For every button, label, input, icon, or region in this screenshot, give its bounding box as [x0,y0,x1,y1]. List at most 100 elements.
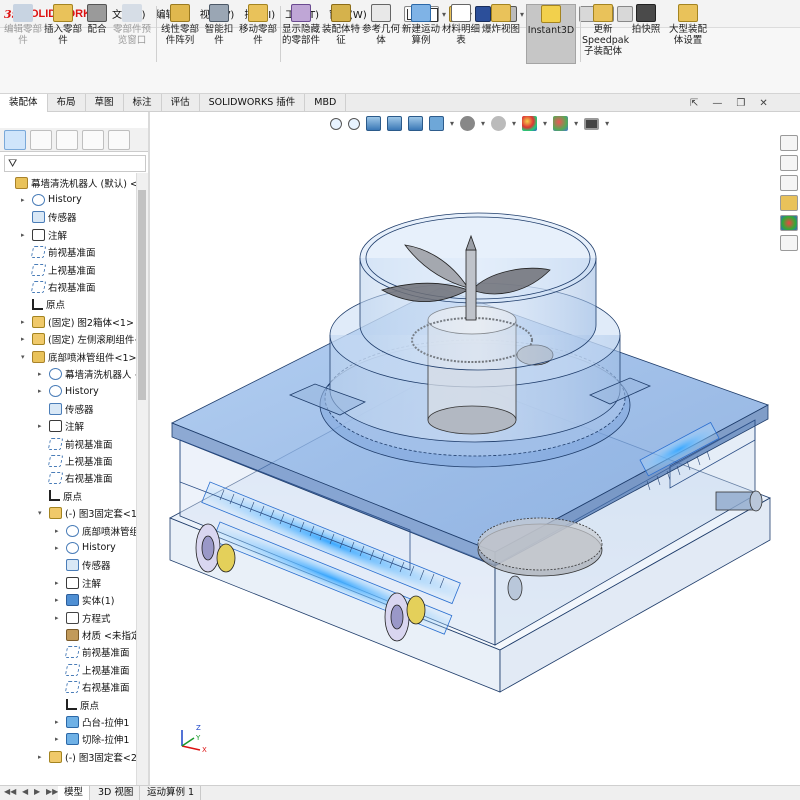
graphics-area[interactable]: Z Y X [150,140,778,785]
tab-assembly[interactable]: 装配体 [0,94,48,112]
display-style-icon[interactable] [460,116,476,131]
edit-component-button[interactable]: 编辑零部件 [4,4,42,64]
expand-arrow-icon[interactable]: ▸ [21,196,29,204]
tree-item[interactable]: ▸ (-) 图3固定套<2> [38,748,136,765]
take-snapshot-button[interactable]: 拍快照 [628,4,664,64]
feature-tree-filter[interactable]: ⛛ [4,155,146,172]
linear-pattern-button[interactable]: 线性零部件阵列 [160,4,200,64]
restore-icon[interactable]: ❐ [736,98,745,109]
tree-item[interactable]: ▸ 方程式 [55,609,111,626]
tree-item[interactable]: ▸ 实体(1) [55,592,114,609]
tree-item[interactable]: 原点 [21,296,65,313]
edit-appearance-icon[interactable] [522,116,538,131]
dynamic-annotation-icon[interactable] [408,116,423,131]
tree-item[interactable]: 材质 <未指定 [55,626,136,643]
tab-evaluate[interactable]: 评估 [162,94,200,112]
move-component-button[interactable]: 移动零部件 [238,4,278,64]
next-tab-icon[interactable]: ▶ [34,787,40,796]
first-tab-icon[interactable]: ◀◀ [4,787,16,796]
tree-item[interactable]: 右视基准面 [21,278,96,295]
feature-manager-tab-icon[interactable] [4,130,26,150]
tree-item[interactable]: 前视基准面 [21,244,96,261]
expand-arrow-icon[interactable]: ▸ [55,614,63,622]
expand-arrow-icon[interactable]: ▸ [38,753,46,761]
close-icon[interactable]: ✕ [759,98,767,109]
expand-arrow-icon[interactable]: ▸ [21,231,29,239]
expand-arrow-icon[interactable]: ▸ [55,527,63,535]
mate-button[interactable]: 配合 [84,4,110,64]
view-orientation-dropdown-icon[interactable]: ▾ [450,119,454,128]
expand-arrow-icon[interactable]: ▸ [38,370,46,378]
tab-layout[interactable]: 布局 [48,94,86,112]
smart-fasteners-button[interactable]: 智能扣件 [202,4,236,64]
appearance-dropdown-icon[interactable]: ▾ [543,119,547,128]
zoom-to-fit-icon[interactable] [330,117,342,130]
scene-dropdown-icon[interactable]: ▾ [574,119,578,128]
tab-model[interactable]: 模型 [58,786,91,800]
tree-item[interactable]: ▸ 凸台-拉伸1 [55,713,129,730]
property-manager-tab-icon[interactable] [30,130,52,150]
tree-item[interactable]: ▸ 注解 [21,226,67,243]
hide-show-dropdown-icon[interactable]: ▾ [512,119,516,128]
tree-item[interactable]: 原点 [38,487,82,504]
collapse-arrow-icon[interactable]: ▾ [38,509,46,517]
expand-arrow-icon[interactable]: ▸ [55,579,63,587]
tree-item[interactable]: 上视基准面 [21,261,96,278]
tree-item[interactable]: 幕墙清洗机器人 (默认) <显 [4,174,136,191]
zoom-to-area-icon[interactable] [348,117,360,130]
configuration-manager-tab-icon[interactable] [56,130,78,150]
show-hidden-components-button[interactable]: 显示隐藏的零部件 [282,4,320,64]
tree-item[interactable]: ▸ 注解 [38,418,84,435]
tree-item[interactable]: ▸ History [21,191,82,208]
expand-arrow-icon[interactable]: ▸ [55,735,63,743]
hide-show-items-icon[interactable] [491,116,507,131]
file-explorer-icon[interactable] [780,175,798,191]
tree-item[interactable]: ▸ History [38,383,99,400]
view-orientation-icon[interactable] [429,116,444,131]
tree-item[interactable]: ▸ History [55,539,116,556]
tab-mbd[interactable]: MBD [305,94,347,112]
tree-item[interactable]: ▾ (-) 图3固定套<1> ( [38,505,136,522]
tree-item[interactable]: ▾ 底部喷淋管组件<1> (默 [21,348,136,365]
tree-item[interactable]: 前视基准面 [55,644,130,661]
solidworks-resources-icon[interactable] [780,135,798,151]
update-speedpak-button[interactable]: 更新Speedpak子装配体 [582,4,629,64]
print-dropdown-icon[interactable]: ▾ [520,10,524,19]
expand-arrow-icon[interactable]: ▸ [55,596,63,604]
tree-scrollbar-thumb[interactable] [138,190,146,400]
tab-markup[interactable]: 标注 [124,94,162,112]
tree-item[interactable]: 右视基准面 [55,679,130,696]
exploded-view-button[interactable]: 爆炸视图 [482,4,520,64]
expand-arrow-icon[interactable]: ▸ [38,387,46,395]
display-manager-tab-icon[interactable] [108,130,130,150]
tree-item[interactable]: 原点 [55,696,99,713]
tab-addins[interactable]: SOLIDWORKS 插件 [200,94,306,112]
custom-properties-icon[interactable] [780,235,798,251]
tree-item[interactable]: 传感器 [21,209,77,226]
tree-item[interactable]: ▸ 幕墙清洗机器人 < [38,365,136,382]
tree-item[interactable]: ▸ (固定) 左侧滚刷组件<1> [21,331,136,348]
minimize-icon[interactable]: — [712,98,722,109]
tree-item[interactable]: ▸ 切除-拉伸1 [55,731,129,748]
instant3d-button[interactable]: Instant3D [526,4,576,64]
appearances-icon[interactable] [780,215,798,231]
previous-view-icon[interactable] [366,116,381,131]
design-library-icon[interactable] [780,155,798,171]
tree-item[interactable]: 传感器 [38,400,94,417]
tree-item[interactable]: ▸ 底部喷淋管组 [55,522,136,539]
view-palette-icon[interactable] [780,195,798,211]
tree-item[interactable]: 前视基准面 [38,435,113,452]
collapse-arrow-icon[interactable]: ▾ [21,353,29,361]
view-settings-dropdown-icon[interactable]: ▾ [605,119,609,128]
component-preview-button[interactable]: 零部件预览窗口 [112,4,152,64]
bill-of-materials-button[interactable]: 材料明细表 [442,4,480,64]
tree-item[interactable]: 右视基准面 [38,470,113,487]
reference-geometry-button[interactable]: 参考几何体 [362,4,400,64]
assembly-features-button[interactable]: 装配体特征 [322,4,360,64]
new-motion-study-button[interactable]: 新建运动算例 [402,4,440,64]
tree-item[interactable]: 上视基准面 [38,452,113,469]
tree-item[interactable]: ▸ (固定) 图2箱体<1> (默 [21,313,136,330]
expand-icon[interactable]: ⇱ [690,98,698,109]
tree-item[interactable]: ▸ 注解 [55,574,101,591]
apply-scene-icon[interactable] [553,116,569,131]
